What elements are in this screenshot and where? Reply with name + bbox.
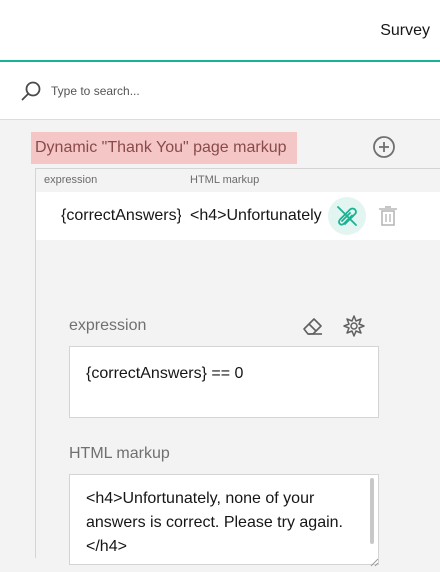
table-row[interactable]: {correctAnswers} == 0 <h4>Unfortunately,… bbox=[36, 192, 440, 240]
delete-icon bbox=[379, 206, 397, 226]
resize-handle[interactable] bbox=[369, 554, 379, 567]
row-expression-cell[interactable]: {correctAnswers} == 0 bbox=[61, 207, 181, 225]
row-html-cell[interactable]: <h4>Unfortunately, none of your answers … bbox=[190, 207, 322, 225]
table-header: expression HTML markup bbox=[36, 168, 440, 192]
html-markup-label: HTML markup bbox=[69, 445, 170, 462]
property-panel: Dynamic "Thank You" page markup expressi… bbox=[6, 121, 440, 567]
add-item-button[interactable] bbox=[372, 135, 396, 159]
clear-expression-button[interactable] bbox=[301, 314, 325, 338]
html-markup-scrollbar[interactable] bbox=[370, 478, 374, 544]
toggle-detail-button[interactable] bbox=[328, 197, 366, 235]
row-detail-panel: expression {correctAnswers} == 0 HTML ma… bbox=[36, 240, 440, 567]
eraser-icon bbox=[303, 318, 322, 335]
property-title: Dynamic "Thank You" page markup bbox=[31, 132, 297, 164]
search-icon bbox=[20, 80, 42, 102]
wizard-icon bbox=[343, 315, 365, 337]
detail-toggle-icon bbox=[337, 206, 357, 226]
search-bar bbox=[0, 62, 440, 120]
expression-field[interactable]: {correctAnswers} == 0 bbox=[69, 346, 379, 418]
survey-title: Survey bbox=[380, 22, 430, 39]
column-header-expression: expression bbox=[44, 174, 98, 186]
html-markup-field[interactable]: <h4>Unfortunately, none of your answers … bbox=[69, 474, 379, 565]
add-icon bbox=[373, 136, 395, 158]
items-table: expression HTML markup {correctAnswers} … bbox=[35, 168, 440, 567]
search-input[interactable] bbox=[51, 81, 411, 101]
column-header-html: HTML markup bbox=[190, 174, 260, 186]
expression-label: expression bbox=[69, 317, 147, 334]
delete-row-button[interactable] bbox=[376, 204, 400, 228]
top-toolbar: Survey bbox=[0, 0, 440, 62]
expression-wizard-button[interactable] bbox=[342, 314, 366, 338]
